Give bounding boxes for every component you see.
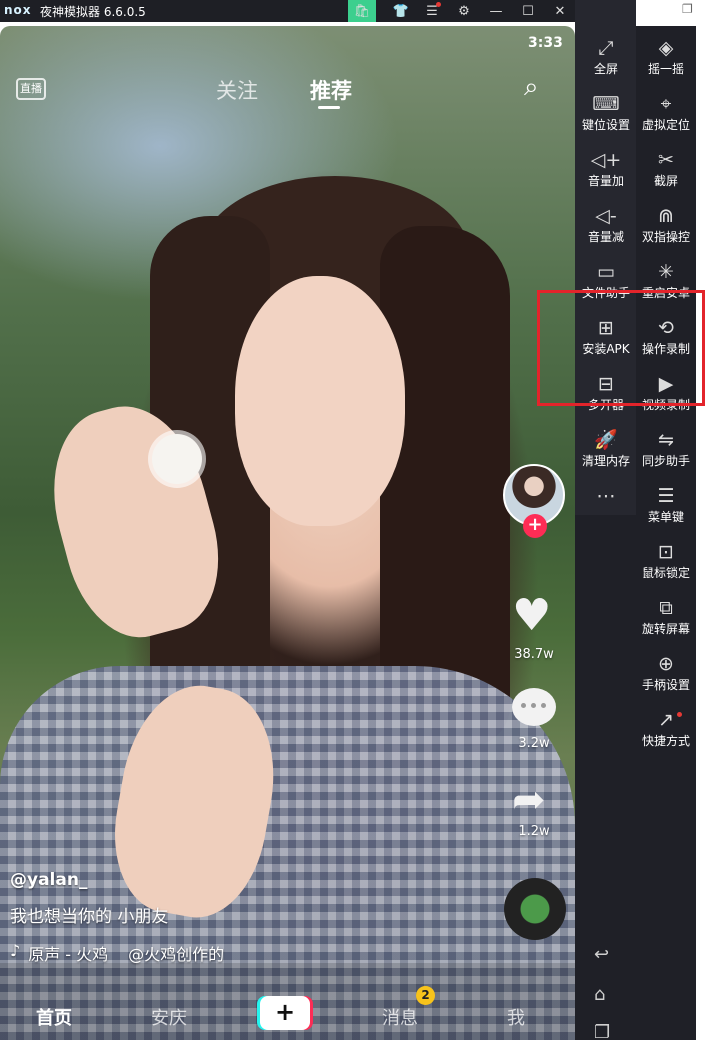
like-heart-icon[interactable]: ♥ [512,594,551,638]
file-helper-icon: ▭ [597,261,615,283]
menu-key-icon: ☰ [657,485,675,507]
tool-gamepad-settings[interactable]: ⊕ 手柄设置 [636,650,696,706]
more-icon: ⋯ [596,485,616,507]
tool-more[interactable]: ⋯ [576,482,636,538]
tab-recommend[interactable]: 推荐 [310,75,352,105]
shortcut-new-dot [677,712,682,717]
clean-memory-icon: 🚀 [594,429,618,451]
comment-icon[interactable] [512,688,556,726]
music-creator: @火鸡创作的 [128,945,225,964]
title-bar: nox 夜神模拟器 6.6.0.5 🛍 👕 ☰ ⚙ — ☐ ✕ « [0,0,636,22]
android-home-icon[interactable]: ⌂ [594,984,605,1005]
live-button[interactable]: 直播 [16,78,46,100]
music-disc-icon[interactable] [504,878,566,940]
menu-icon[interactable]: ☰ [417,0,447,22]
rotate-screen-icon: ⧉ [659,597,673,619]
comment-count: 3.2w [518,736,550,751]
sync-helper-icon: ⇋ [658,429,674,451]
store-icon[interactable]: 🛍 [348,0,376,22]
nav-me[interactable]: 我 [507,1004,525,1030]
screenshot-icon: ✂ [658,149,674,171]
like-count: 38.7w [514,647,554,662]
shortcut-label: 快捷方式 [641,734,690,748]
nav-home[interactable]: 首页 [36,1004,72,1030]
tool-clean-memory[interactable]: 🚀 清理内存 [576,426,636,482]
search-icon[interactable]: ⌕ [524,72,539,103]
fullscreen-label: 全屏 [593,62,618,76]
volume-up-label: 音量加 [587,174,624,188]
tool-two-finger[interactable]: ⋒ 双指操控 [636,202,696,258]
fullscreen-icon: ⤢ [598,37,614,59]
restore-area: ❐ [636,0,706,26]
tool-volume-down[interactable]: ◁- 音量减 [576,202,636,258]
shortcut-icon: ↗ [658,709,674,731]
settings-icon[interactable]: ⚙ [449,0,479,22]
follow-plus-button[interactable]: + [523,514,547,538]
virtual-location-label: 虚拟定位 [641,118,690,132]
reboot-icon: ✳ [658,261,674,283]
tab-underline [318,106,340,109]
tool-shake[interactable]: ◈ 摇一摇 [636,34,696,90]
tool-sync-helper[interactable]: ⇋ 同步助手 [636,426,696,482]
author-username[interactable]: @yalan_ [10,870,87,890]
tool-mouse-lock[interactable]: ⊡ 鼠标锁定 [636,538,696,594]
android-recents-icon[interactable]: ❐ [594,1022,610,1040]
rotate-screen-label: 旋转屏幕 [641,622,690,636]
android-back-icon[interactable]: ↩ [594,944,609,965]
shake-label: 摇一摇 [647,62,684,76]
nox-emulator-window: nox 夜神模拟器 6.6.0.5 🛍 👕 ☰ ⚙ — ☐ ✕ « ❐ 3:33… [0,0,706,1040]
two-finger-icon: ⋒ [658,205,674,227]
sync-helper-label: 同步助手 [641,454,690,468]
volume-down-label: 音量减 [587,230,624,244]
tool-key-settings[interactable]: ⌨ 键位设置 [576,90,636,146]
video-face [235,276,405,526]
gamepad-settings-label: 手柄设置 [641,678,690,692]
tool-rotate-screen[interactable]: ⧉ 旋转屏幕 [636,594,696,650]
minimize-icon[interactable]: — [481,0,511,22]
shake-icon: ◈ [658,37,674,59]
status-time: 3:33 [528,35,563,51]
key-settings-label: 键位设置 [581,118,630,132]
mouse-lock-icon: ⊡ [658,541,674,563]
volume-up-icon: ◁+ [590,149,622,171]
nav-city[interactable]: 安庆 [151,1004,187,1030]
share-arrow-icon[interactable]: ➦ [512,780,546,820]
share-count: 1.2w [518,824,550,839]
maximize-icon[interactable]: ☐ [513,0,543,22]
virtual-location-icon: ⌖ [660,93,672,115]
messages-badge: 2 [416,986,435,1005]
tool-menu-key[interactable]: ☰ 菜单键 [636,482,696,538]
menu-key-label: 菜单键 [647,510,684,524]
clean-memory-label: 清理内存 [581,454,630,468]
tool-screenshot[interactable]: ✂ 截屏 [636,146,696,202]
nox-logo: nox [4,3,32,17]
window-title: 夜神模拟器 6.6.0.5 [40,5,146,19]
video-caption: 我也想当你的 小朋友 [10,907,169,927]
restore-icon[interactable]: ❐ [682,2,693,16]
tool-volume-up[interactable]: ◁+ 音量加 [576,146,636,202]
music-row[interactable]: ♪ 原声 - 火鸡 @火鸡创作的 [10,941,224,965]
nav-messages[interactable]: 消息 [382,1004,418,1030]
mouse-lock-label: 鼠标锁定 [641,566,690,580]
music-title: 原声 - 火鸡 [28,945,109,964]
live-label: 直播 [20,82,42,95]
tool-shortcut[interactable]: ↗ 快捷方式 [636,706,696,762]
tool-virtual-location[interactable]: ⌖ 虚拟定位 [636,90,696,146]
screenshot-label: 截屏 [653,174,678,188]
gamepad-settings-icon: ⊕ [658,653,674,675]
tool-fullscreen[interactable]: ⤢ 全屏 [576,34,636,90]
key-settings-icon: ⌨ [592,93,620,115]
close-icon[interactable]: ✕ [545,0,575,22]
skin-icon[interactable]: 👕 [386,0,416,22]
tab-follow[interactable]: 关注 [216,75,258,105]
music-note-icon: ♪ [10,941,21,960]
create-plus-button[interactable]: + [260,996,310,1030]
volume-down-icon: ◁- [595,205,617,227]
video-flower [152,434,202,484]
highlight-box [537,290,705,406]
two-finger-label: 双指操控 [641,230,690,244]
